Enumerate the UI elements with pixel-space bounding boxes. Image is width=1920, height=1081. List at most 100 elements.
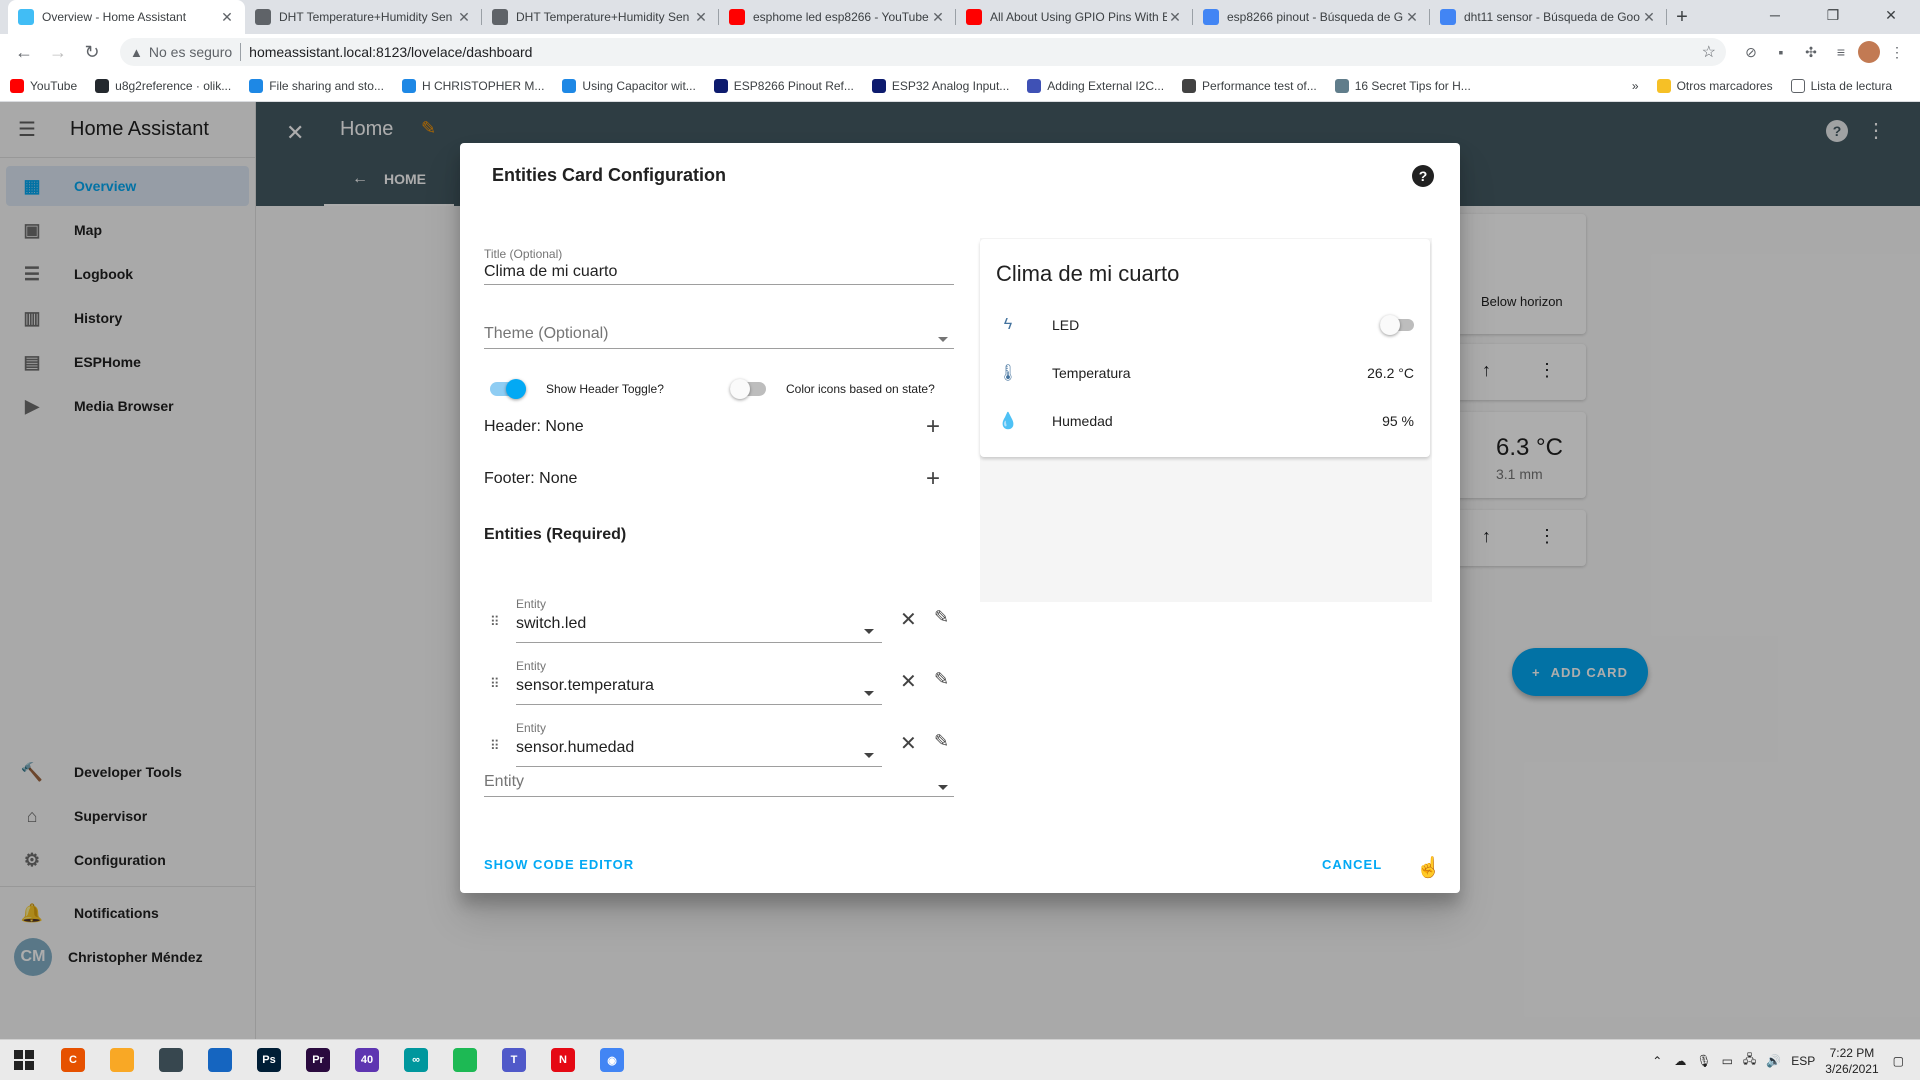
color-icons-toggle[interactable] [730,379,766,399]
entity-picker[interactable]: Entity sensor.temperatura [516,659,882,705]
show-header-toggle[interactable] [490,379,526,399]
app-photoshop-icon[interactable]: Ps [249,1040,289,1080]
close-tab-icon[interactable]: ✕ [1167,9,1183,26]
volume-icon[interactable]: 🔊 [1766,1054,1781,1068]
bookmark-item[interactable]: u8g2reference · olik... [95,78,231,93]
url-text[interactable]: homeassistant.local:8123/lovelace/dashbo… [249,44,1702,60]
restore-icon[interactable]: ❐ [1804,0,1862,30]
browser-toolbar: ← → ↻ ▲ No es seguro homeassistant.local… [0,34,1920,70]
bookmark-item[interactable]: Adding External I2C... [1027,78,1164,93]
entity-row: ⠿ Entity sensor.humedad ✕ ✎ [484,721,964,767]
puzzle-icon[interactable]: ✣ [1798,39,1824,65]
theme-select[interactable]: Theme (Optional) [484,325,954,349]
app-premiere-icon[interactable]: Pr [298,1040,338,1080]
preview-entity-row[interactable]: 🌡 Temperatura 26.2 °C [996,361,1414,385]
app-mail-icon[interactable] [200,1040,240,1080]
action-center-icon[interactable]: ▢ [1893,1054,1904,1068]
close-tab-icon[interactable]: ✕ [456,9,472,26]
browser-tab[interactable]: Overview - Home Assistant ✕ [8,0,245,34]
address-bar[interactable]: ▲ No es seguro homeassistant.local:8123/… [120,38,1726,66]
microphone-icon[interactable]: 🎙 [1696,1054,1711,1068]
close-tab-icon[interactable]: ✕ [1404,9,1420,26]
media-control-icon[interactable]: ≡ [1828,39,1854,65]
preview-entity-row[interactable]: ϟ LED [996,313,1414,337]
bookmark-item[interactable]: H CHRISTOPHER M... [401,78,544,93]
reading-list[interactable]: Lista de lectura [1790,78,1892,93]
bookmark-item[interactable]: Performance test of... [1182,78,1317,93]
cancel-button[interactable]: CANCEL [1322,857,1382,872]
browser-tab[interactable]: esp8266 pinout - Búsqueda de G ✕ [1193,0,1430,34]
bookmark-item[interactable]: 16 Secret Tips for H... [1334,78,1471,93]
other-bookmarks[interactable]: Otros marcadores [1656,78,1773,93]
preview-entity-row[interactable]: 💧 Humedad 95 % [996,409,1414,433]
back-icon[interactable]: ← [10,38,38,66]
entity-picker[interactable]: Entity sensor.humedad [516,721,882,767]
show-code-editor-button[interactable]: SHOW CODE EDITOR [484,857,634,872]
extension-icon[interactable]: ▪ [1768,39,1794,65]
clock[interactable]: 7:22 PM 3/26/2021 [1825,1045,1878,1077]
network-icon[interactable]: 🖧 [1743,1050,1756,1071]
app-file-explorer-icon[interactable] [102,1040,142,1080]
youtube-icon [729,9,745,25]
chevron-up-icon[interactable]: ⌃ [1652,1054,1662,1068]
warning-icon: ▲ [130,44,143,60]
battery-icon[interactable]: ▭ [1722,1054,1733,1068]
add-header-icon[interactable]: + [926,415,940,439]
app-codeblocks-icon[interactable]: C [53,1040,93,1080]
windows-start-icon[interactable] [4,1040,44,1080]
remove-entity-icon[interactable]: ✕ [900,669,917,694]
drag-handle-icon[interactable]: ⠿ [490,615,500,628]
app-teams-icon[interactable]: T [494,1040,534,1080]
remove-entity-icon[interactable]: ✕ [900,607,917,632]
add-footer-icon[interactable]: + [926,467,940,491]
close-tab-icon[interactable]: ✕ [219,9,235,26]
app-spotify-icon[interactable] [445,1040,485,1080]
entity-picker[interactable]: Entity switch.led [516,597,882,643]
chevron-down-icon [864,753,874,758]
bookmark-item[interactable]: ESP32 Analog Input... [871,78,1009,93]
drag-handle-icon[interactable]: ⠿ [490,739,500,752]
bookmark-item[interactable]: File sharing and sto... [249,78,384,93]
forward-icon[interactable]: → [44,38,72,66]
bookmark-item[interactable]: YouTube [10,78,77,93]
browser-tab[interactable]: esphome led esp8266 - YouTube ✕ [719,0,956,34]
close-window-icon[interactable]: ✕ [1862,0,1920,30]
chevron-down-icon [864,691,874,696]
show-header-toggle-label: Show Header Toggle? [546,382,664,396]
drag-handle-icon[interactable]: ⠿ [490,677,500,690]
edit-entity-icon[interactable]: ✎ [934,731,949,752]
app-arduino-icon[interactable]: ∞ [396,1040,436,1080]
bookmark-star-icon[interactable]: ☆ [1702,42,1716,62]
windows-taskbar: C Ps Pr 40 ∞ T N ◉ ⌃ ☁ 🎙 ▭ 🖧 🔊 ESP 7:22 PM 3/26… [0,1039,1920,1080]
reload-icon[interactable]: ↻ [78,38,106,66]
profile-avatar[interactable] [1858,41,1880,63]
title-field[interactable]: Title (Optional) Clima de mi cuarto [484,247,954,285]
language-indicator[interactable]: ESP [1791,1054,1815,1068]
new-entity-picker[interactable]: Entity [484,773,954,797]
app-obs-icon[interactable]: 40 [347,1040,387,1080]
close-tab-icon[interactable]: ✕ [693,9,709,26]
close-tab-icon[interactable]: ✕ [1641,9,1657,26]
led-toggle[interactable] [1380,315,1414,335]
app-store-icon[interactable] [151,1040,191,1080]
remove-entity-icon[interactable]: ✕ [900,731,917,756]
app-chrome-icon[interactable]: ◉ [592,1040,632,1080]
browser-tab[interactable]: dht11 sensor - Búsqueda de Goo ✕ [1430,0,1667,34]
help-icon[interactable]: ? [1412,165,1434,187]
minimize-icon[interactable]: ─ [1746,0,1804,30]
browser-tab[interactable]: All About Using GPIO Pins With E ✕ [956,0,1193,34]
edit-entity-icon[interactable]: ✎ [934,607,949,628]
close-tab-icon[interactable]: ✕ [930,9,946,26]
new-tab-button[interactable]: + [1667,0,1697,34]
app-netflix-icon[interactable]: N [543,1040,583,1080]
color-icons-toggle-label: Color icons based on state? [786,382,935,396]
bookmarks-overflow[interactable]: » [1632,79,1639,93]
browser-tab[interactable]: DHT Temperature+Humidity Sen ✕ [482,0,719,34]
bookmark-item[interactable]: ESP8266 Pinout Ref... [713,78,854,93]
adblock-icon[interactable]: ⊘ [1738,39,1764,65]
browser-menu-icon[interactable]: ⋮ [1884,39,1910,65]
onedrive-icon[interactable]: ☁ [1674,1054,1686,1068]
browser-tab[interactable]: DHT Temperature+Humidity Sen ✕ [245,0,482,34]
edit-entity-icon[interactable]: ✎ [934,669,949,690]
bookmark-item[interactable]: Using Capacitor wit... [562,78,696,93]
